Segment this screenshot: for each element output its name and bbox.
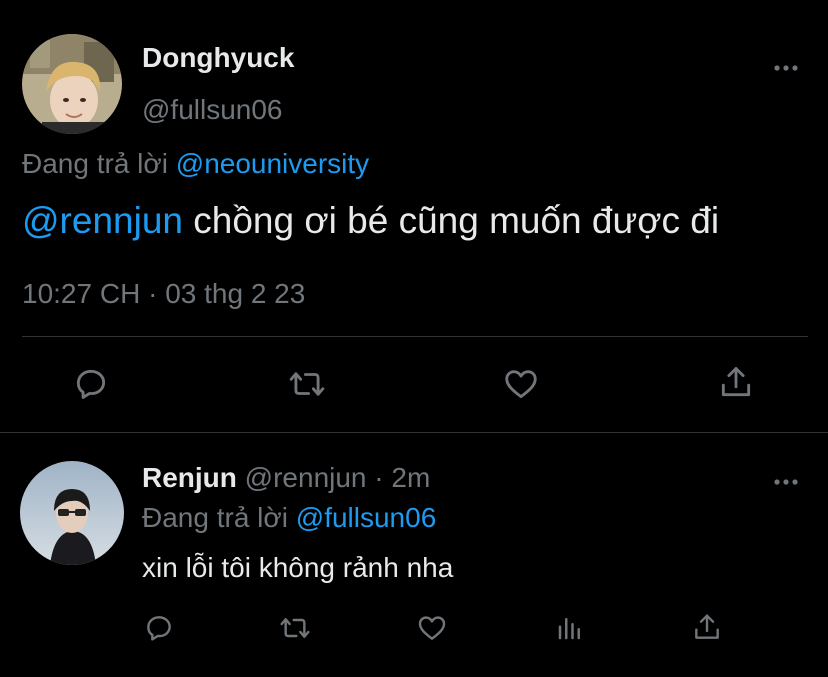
share-icon (721, 367, 751, 397)
replying-prefix: Đang trả lời (22, 148, 168, 179)
reply-button[interactable] (72, 365, 110, 403)
retweet-button[interactable] (278, 612, 312, 644)
more-horizontal-icon (774, 65, 798, 71)
header-separator: · (366, 462, 392, 493)
like-icon (505, 370, 537, 399)
user-handle[interactable]: @fullsun06 (142, 94, 283, 126)
avatar-donghyuck[interactable] (22, 34, 122, 134)
reply-icon (76, 369, 106, 399)
like-button[interactable] (416, 612, 448, 644)
more-horizontal-icon (774, 479, 798, 485)
replying-prefix: Đang trả lời (142, 502, 288, 533)
divider (0, 432, 828, 433)
analytics-icon (558, 618, 580, 640)
tweet-time: 10:27 CH (22, 278, 141, 309)
like-icon (418, 616, 446, 640)
avatar-renjun[interactable] (20, 461, 124, 565)
more-options-button[interactable] (772, 58, 800, 83)
user-handle[interactable]: @rennjun (245, 462, 367, 493)
share-icon (695, 614, 719, 639)
retweet-icon (280, 618, 310, 638)
avatar-image (20, 461, 124, 565)
replying-to-line: Đang trả lời @neouniversity (22, 148, 369, 180)
timestamp-separator: · (140, 278, 166, 309)
reply-button[interactable] (143, 612, 175, 644)
more-options-button[interactable] (772, 472, 800, 497)
mention-link[interactable]: @rennjun (22, 200, 183, 241)
analytics-button[interactable] (555, 613, 585, 643)
replying-to-line: Đang trả lời @fullsun06 (142, 502, 436, 534)
tweet-body: chồng ơi bé cũng muốn được đi (183, 200, 720, 241)
retweet-button[interactable] (287, 365, 327, 403)
display-name[interactable]: Donghyuck (142, 42, 294, 74)
share-button[interactable] (691, 611, 723, 643)
tweet-timestamp[interactable]: 10:27 CH · 03 thg 2 23 (22, 278, 305, 310)
tweet-text: xin lỗi tôi không rảnh nha (142, 552, 454, 583)
share-button[interactable] (717, 363, 755, 401)
like-button[interactable] (502, 365, 540, 403)
display-name[interactable]: Renjun (142, 462, 237, 493)
relative-time[interactable]: 2m (391, 462, 430, 493)
reply-header: Renjun @rennjun · 2m (142, 462, 430, 494)
tweet-date: 03 thg 2 23 (165, 278, 306, 309)
replying-to-link[interactable]: @fullsun06 (296, 502, 437, 533)
retweet-icon (289, 372, 325, 396)
tweet-text: @rennjun chồng ơi bé cũng muốn được đi (22, 200, 719, 242)
avatar-image (22, 34, 122, 134)
reply-icon (147, 616, 171, 641)
replying-to-link[interactable]: @neouniversity (176, 148, 369, 179)
divider (22, 336, 808, 337)
